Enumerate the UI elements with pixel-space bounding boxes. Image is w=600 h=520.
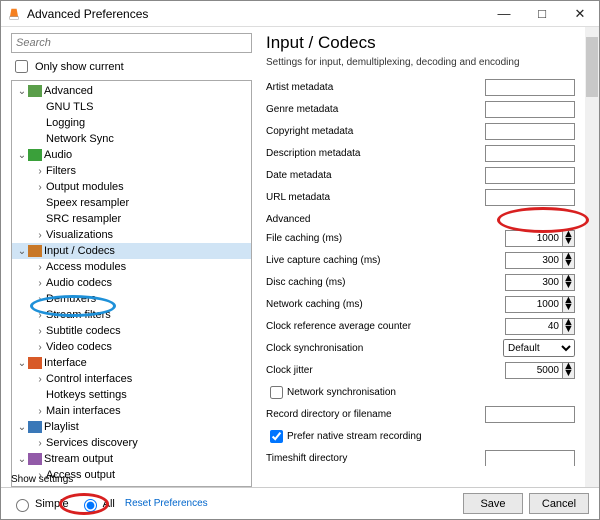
text-input[interactable]: [485, 101, 575, 118]
spin-input[interactable]: [505, 230, 563, 247]
tree-node[interactable]: ›Video codecs: [12, 339, 251, 355]
category-icon: [28, 453, 42, 465]
right-panel: Input / Codecs Settings for input, demul…: [256, 27, 599, 487]
radio-all[interactable]: All: [79, 496, 115, 512]
setting-row: Copyright metadata: [266, 120, 575, 142]
spin-buttons[interactable]: ▲▼: [563, 274, 575, 291]
tree-node[interactable]: Logging: [12, 115, 251, 131]
text-input[interactable]: [485, 123, 575, 140]
category-icon: [28, 421, 42, 433]
left-panel: Only show current ⌄AdvancedGNU TLSLoggin…: [1, 27, 256, 487]
setting-row: Network caching (ms)▲▼: [266, 293, 575, 315]
select-input[interactable]: Default: [503, 339, 575, 357]
spin-buttons[interactable]: ▲▼: [563, 296, 575, 313]
tree-node[interactable]: ›Access modules: [12, 259, 251, 275]
category-icon: [28, 149, 42, 161]
setting-row: Disc caching (ms)▲▼: [266, 271, 575, 293]
tree-node[interactable]: GNU TLS: [12, 99, 251, 115]
setting-row: Timeshift directory: [266, 447, 575, 466]
search-input[interactable]: [11, 33, 252, 53]
footer: Show settings Simple All Reset Preferenc…: [1, 487, 599, 519]
setting-row: Genre metadata: [266, 98, 575, 120]
text-input[interactable]: [485, 167, 575, 184]
setting-row: Clock synchronisationDefault: [266, 337, 575, 359]
checkbox-input[interactable]: [270, 430, 283, 443]
tree-node[interactable]: ›Visualizations: [12, 227, 251, 243]
minimize-button[interactable]: —: [485, 1, 523, 26]
spin-buttons[interactable]: ▲▼: [563, 230, 575, 247]
tree-node[interactable]: ›Main interfaces: [12, 403, 251, 419]
tree-node[interactable]: ⌄Stream output: [12, 451, 251, 467]
section-label: Advanced: [266, 214, 575, 225]
category-icon: [28, 245, 42, 257]
tree-node[interactable]: ›Subtitle codecs: [12, 323, 251, 339]
tree-node[interactable]: ›Stream filters: [12, 307, 251, 323]
page-title: Input / Codecs: [266, 33, 589, 53]
reset-preferences-link[interactable]: Reset Preferences: [125, 498, 208, 509]
tree-node[interactable]: ›Control interfaces: [12, 371, 251, 387]
cancel-button[interactable]: Cancel: [529, 493, 589, 514]
category-icon: [28, 357, 42, 369]
settings-scroll[interactable]: Artist metadataGenre metadataCopyright m…: [266, 76, 589, 466]
setting-row: Live capture caching (ms)▲▼: [266, 249, 575, 271]
only-show-current-checkbox[interactable]: [15, 60, 28, 73]
tree-node[interactable]: ›Services discovery: [12, 435, 251, 451]
setting-row: Prefer native stream recording: [266, 425, 575, 447]
radio-simple[interactable]: Simple: [11, 496, 69, 512]
setting-row: Network synchronisation: [266, 381, 575, 403]
vlc-icon: [7, 7, 21, 21]
spin-buttons[interactable]: ▲▼: [563, 318, 575, 335]
tree-node[interactable]: ⌄Interface: [12, 355, 251, 371]
page-subtitle: Settings for input, demultiplexing, deco…: [266, 57, 589, 68]
tree-node[interactable]: ›Filters: [12, 163, 251, 179]
window-title: Advanced Preferences: [27, 7, 485, 21]
tree-node[interactable]: Speex resampler: [12, 195, 251, 211]
preferences-tree[interactable]: ⌄AdvancedGNU TLSLoggingNetwork Sync⌄Audi…: [11, 80, 252, 487]
checkbox-input[interactable]: [270, 386, 283, 399]
tree-node[interactable]: Network Sync: [12, 131, 251, 147]
only-show-current[interactable]: Only show current: [11, 57, 252, 76]
show-settings-label: Show settings: [11, 474, 73, 485]
tree-node[interactable]: SRC resampler: [12, 211, 251, 227]
tree-node[interactable]: ⌄Playlist: [12, 419, 251, 435]
text-input[interactable]: [485, 79, 575, 96]
maximize-button[interactable]: □: [523, 1, 561, 26]
tree-node[interactable]: ⌄Audio: [12, 147, 251, 163]
save-button[interactable]: Save: [463, 493, 523, 514]
text-input[interactable]: [485, 450, 575, 467]
spin-buttons[interactable]: ▲▼: [563, 252, 575, 269]
setting-row: Clock reference average counter▲▼: [266, 315, 575, 337]
spin-input[interactable]: [505, 362, 563, 379]
tree-node[interactable]: ⌄Input / Codecs: [12, 243, 251, 259]
tree-node[interactable]: ›Output modules: [12, 179, 251, 195]
setting-row: Clock jitter▲▼: [266, 359, 575, 381]
spin-input[interactable]: [505, 296, 563, 313]
titlebar: Advanced Preferences — □ ✕: [1, 1, 599, 27]
tree-node[interactable]: ⌄Advanced: [12, 83, 251, 99]
spin-input[interactable]: [505, 318, 563, 335]
setting-row: Record directory or filename: [266, 403, 575, 425]
category-icon: [28, 85, 42, 97]
close-button[interactable]: ✕: [561, 1, 599, 26]
setting-row: Date metadata: [266, 164, 575, 186]
spin-buttons[interactable]: ▲▼: [563, 362, 575, 379]
tree-node[interactable]: Hotkeys settings: [12, 387, 251, 403]
setting-row: URL metadata: [266, 186, 575, 208]
scrollbar[interactable]: [585, 76, 589, 466]
spin-input[interactable]: [505, 274, 563, 291]
text-input[interactable]: [485, 189, 575, 206]
tree-node[interactable]: ›Audio codecs: [12, 275, 251, 291]
setting-row: Description metadata: [266, 142, 575, 164]
spin-input[interactable]: [505, 252, 563, 269]
text-input[interactable]: [485, 406, 575, 423]
text-input[interactable]: [485, 145, 575, 162]
tree-node[interactable]: ›Demuxers: [12, 291, 251, 307]
setting-row: Artist metadata: [266, 76, 575, 98]
setting-row: File caching (ms)▲▼: [266, 227, 575, 249]
